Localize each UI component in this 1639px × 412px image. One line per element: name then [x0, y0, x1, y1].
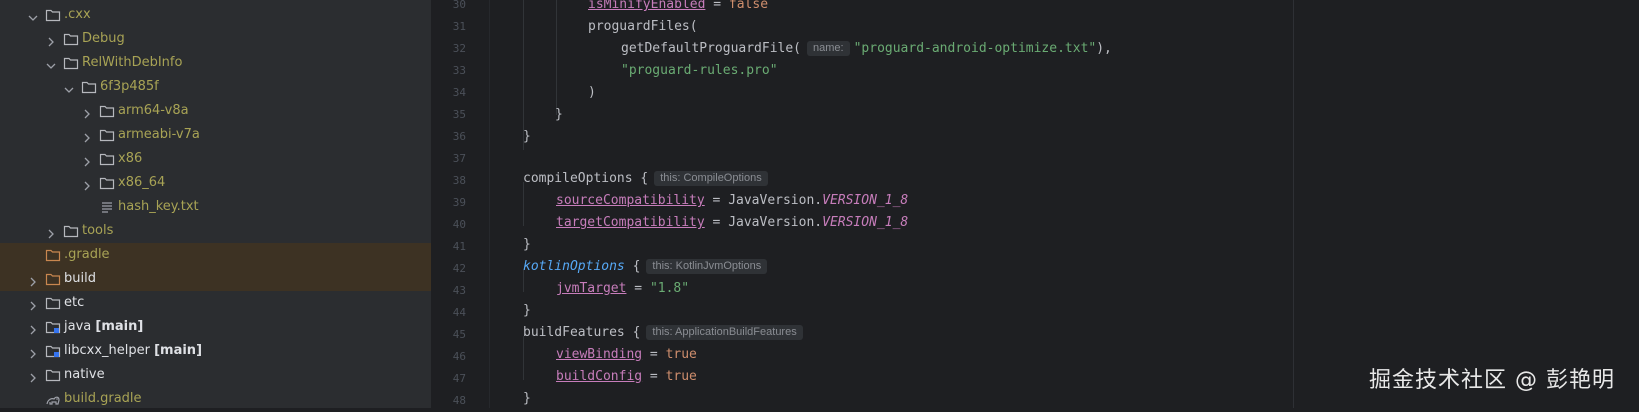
receiver-hint: this: CompileOptions [654, 171, 768, 186]
code-text: } [523, 237, 531, 252]
code-line-43: jvmTarget = "1.8" [556, 278, 689, 300]
code-editor[interactable]: isMinifyEnabled = false proguardFiles( g… [0, 0, 1639, 408]
constant-token: VERSION_1_8 [822, 193, 909, 208]
code-line-33: "proguard-rules.pro" [621, 60, 778, 82]
code-text: = [642, 369, 666, 384]
keyword-token: true [665, 347, 697, 362]
keyword-token: false [728, 0, 769, 12]
code-text: } [523, 391, 531, 406]
code-line-32: getDefaultProguardFile( name: "proguard-an… [621, 38, 1112, 60]
code-line-47: buildConfig = true [556, 366, 697, 388]
code-line-48: } [523, 388, 531, 410]
code-line-41: } [523, 234, 531, 256]
code-text: } [523, 129, 531, 144]
property-token: isMinifyEnabled [588, 0, 706, 12]
code-line-39: sourceCompatibility = JavaVersion.VERSIO… [556, 190, 908, 212]
receiver-hint: this: KotlinJvmOptions [646, 259, 768, 274]
function-token: getDefaultProguardFile( [621, 41, 802, 56]
code-text: ), [1096, 41, 1112, 56]
code-text: ) [588, 85, 596, 100]
code-line-35: } [555, 104, 563, 126]
property-token: buildConfig [556, 369, 643, 384]
string-token: "proguard-rules.pro" [621, 63, 778, 78]
block-token: buildFeatures { [523, 325, 641, 340]
code-text: = [642, 347, 666, 362]
code-line-36: } [523, 126, 531, 148]
code-text: = [626, 281, 650, 296]
receiver-hint: this: ApplicationBuildFeatures [646, 325, 803, 340]
function-token: kotlinOptions [523, 259, 625, 274]
code-line-40: targetCompatibility = JavaVersion.VERSIO… [556, 212, 908, 234]
code-line-31: proguardFiles( [588, 16, 698, 38]
watermark-text: 掘金技术社区 @ 彭艳明 [1369, 368, 1615, 393]
property-token: viewBinding [556, 347, 643, 362]
code-line-34: ) [588, 82, 596, 104]
property-token: sourceCompatibility [556, 193, 705, 208]
code-line-30: isMinifyEnabled = false [588, 0, 768, 16]
keyword-token: true [665, 369, 697, 384]
code-line-46: viewBinding = true [556, 344, 697, 366]
code-text: } [555, 107, 563, 122]
code-text: proguardFiles( [588, 19, 698, 34]
code-line-44: } [523, 300, 531, 322]
code-line-42: kotlinOptions { this: KotlinJvmOptions [523, 256, 771, 278]
code-text: = JavaVersion. [704, 193, 823, 208]
code-line-38: compileOptions { this: CompileOptions [523, 168, 772, 190]
block-token: compileOptions { [523, 171, 649, 186]
property-token: jvmTarget [556, 281, 627, 296]
code-text: { [624, 259, 641, 274]
code-text: = JavaVersion. [704, 215, 823, 230]
indent-guide [556, 0, 557, 115]
code-line-45: buildFeatures { this: ApplicationBuildFea… [523, 322, 807, 344]
property-token: targetCompatibility [556, 215, 705, 230]
code-text: } [523, 303, 531, 318]
parameter-hint: name: [807, 41, 850, 56]
operator-token: = [705, 0, 729, 12]
constant-token: VERSION_1_8 [822, 215, 909, 230]
string-token: "1.8" [649, 281, 690, 296]
string-token: "proguard-android-optimize.txt" [853, 41, 1097, 56]
